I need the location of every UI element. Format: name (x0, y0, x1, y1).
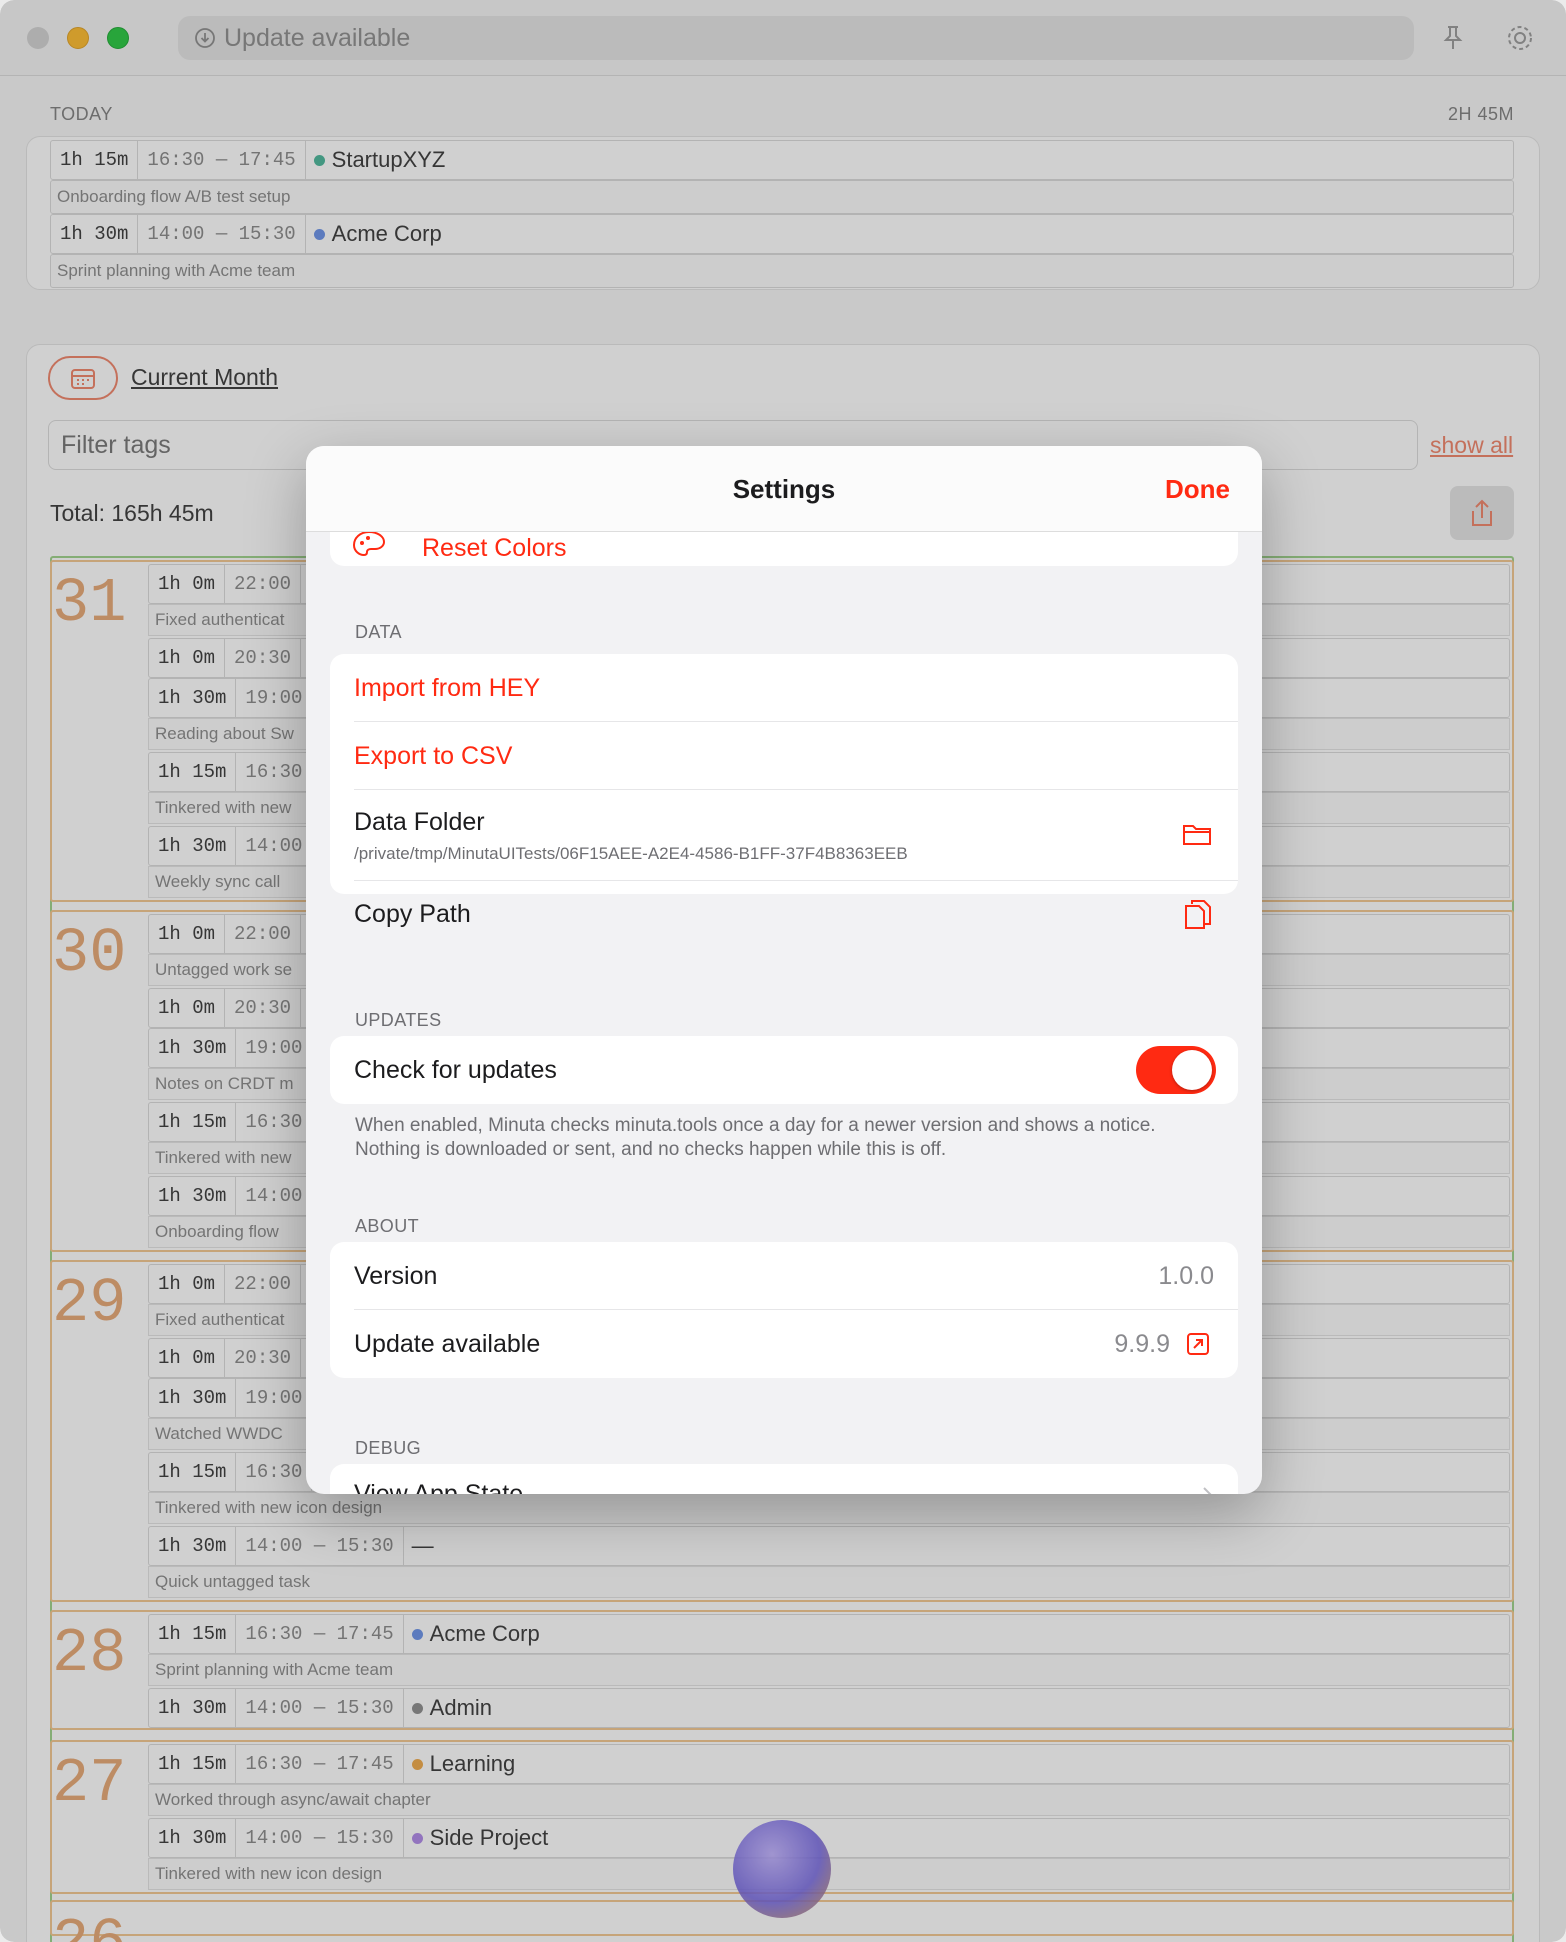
export-csv-label: Export to CSV (354, 742, 513, 770)
toggle-knob (1172, 1050, 1212, 1090)
update-available-label: Update available (354, 1330, 541, 1358)
about-group: Version 1.0.0 Update available 9.9.9 (330, 1242, 1238, 1378)
copy-path-button[interactable]: Copy Path (330, 880, 1238, 948)
copy-path-label: Copy Path (354, 900, 471, 928)
view-app-state-row[interactable]: View App State (330, 1464, 1238, 1494)
reset-colors-label: Reset Colors (422, 534, 567, 562)
palette-icon (352, 530, 386, 557)
updates-group: Check for updates (330, 1036, 1238, 1104)
settings-title: Settings (732, 474, 836, 504)
data-group: Import from HEY Export to CSV Data Folde… (330, 654, 1238, 894)
data-folder-label: Data Folder (354, 808, 485, 836)
import-hey-row[interactable]: Import from HEY (330, 654, 1238, 722)
version-label: Version (354, 1262, 438, 1290)
external-link-icon[interactable] (1186, 1332, 1210, 1356)
update-version-value: 9.9.9 (1114, 1330, 1170, 1358)
import-hey-label: Import from HEY (354, 674, 541, 702)
check-updates-row[interactable]: Check for updates (330, 1036, 1238, 1104)
settings-scroll-area[interactable]: Reset Colors DATA Import from HEY Export… (306, 446, 1262, 1494)
data-folder-row[interactable]: Data Folder /private/tmp/MinutaUITests/0… (330, 790, 1238, 880)
check-updates-label: Check for updates (354, 1056, 557, 1084)
copy-document-icon (1185, 900, 1211, 929)
chevron-right-icon (1203, 1487, 1212, 1494)
settings-sheet: Reset Colors DATA Import from HEY Export… (306, 446, 1262, 1494)
debug-group: View App State (330, 1464, 1238, 1494)
export-csv-row[interactable]: Export to CSV (330, 722, 1238, 790)
updates-footnote: When enabled, Minuta checks minuta.tools… (355, 1115, 1156, 1160)
data-folder-path: /private/tmp/MinutaUITests/06F15AEE-A2E4… (354, 844, 908, 863)
version-value: 1.0.0 (1158, 1262, 1214, 1290)
updates-section-label: UPDATES (355, 1010, 442, 1030)
done-button[interactable]: Done (1165, 474, 1230, 505)
folder-icon[interactable] (1182, 822, 1212, 846)
update-available-row[interactable]: Update available 9.9.9 (330, 1310, 1238, 1378)
settings-header: Settings Done (306, 446, 1262, 532)
version-row: Version 1.0.0 (330, 1242, 1238, 1310)
about-section-label: ABOUT (355, 1216, 420, 1236)
app-window: Update available TODAY 2H 45M 1h 15m 16:… (0, 0, 1566, 1942)
view-app-state-label: View App State (354, 1480, 524, 1494)
data-section-label: DATA (355, 622, 402, 642)
check-updates-toggle[interactable] (1136, 1046, 1216, 1094)
debug-section-label: DEBUG (355, 1438, 422, 1458)
